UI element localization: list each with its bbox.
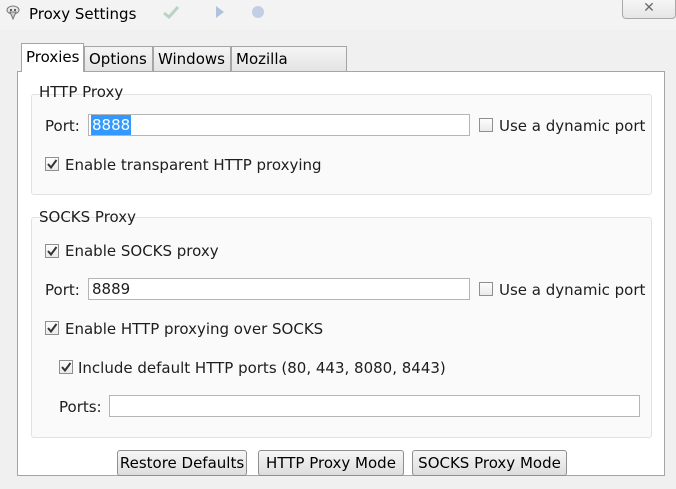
tab-proxies[interactable]: Proxies xyxy=(21,43,84,72)
http-port-label: Port: xyxy=(45,117,80,135)
socks-port-value: 8889 xyxy=(92,280,131,298)
ports-field[interactable] xyxy=(109,395,640,417)
http-proxy-mode-button[interactable]: HTTP Proxy Mode xyxy=(258,450,404,476)
http-over-socks-checkbox[interactable] xyxy=(45,321,59,335)
tab-windows[interactable]: Windows xyxy=(153,46,231,71)
check-icon xyxy=(162,4,180,24)
http-port-field[interactable]: 8888 xyxy=(88,114,470,136)
globe-icon xyxy=(250,4,266,24)
socks-port-field[interactable]: 8889 xyxy=(88,278,470,300)
http-dynamic-port-checkbox[interactable] xyxy=(479,118,493,132)
socks-port-label: Port: xyxy=(45,281,80,299)
tab-mozilla-firefox[interactable]: Mozilla Firefox xyxy=(231,46,347,92)
restore-defaults-button[interactable]: Restore Defaults xyxy=(117,450,247,476)
socks-proxy-mode-button[interactable]: SOCKS Proxy Mode xyxy=(412,450,567,476)
socks-dynamic-port-checkbox[interactable] xyxy=(479,282,493,296)
checkmark-icon xyxy=(61,362,72,373)
title-bar: Proxy Settings ✕ xyxy=(0,0,676,30)
arrow-icon xyxy=(212,4,228,24)
http-proxy-group xyxy=(31,94,652,195)
checkmark-icon xyxy=(47,323,58,334)
socks-dynamic-port-label: Use a dynamic port xyxy=(499,281,646,299)
tab-panel: HTTP Proxy Port: 8888 Use a dynamic port… xyxy=(17,71,665,476)
transparent-proxy-label: Enable transparent HTTP proxying xyxy=(65,156,322,174)
checkmark-icon xyxy=(47,159,58,170)
ports-label: Ports: xyxy=(59,398,102,416)
http-over-socks-label: Enable HTTP proxying over SOCKS xyxy=(65,320,324,338)
enable-socks-checkbox[interactable] xyxy=(45,244,59,258)
socks-proxy-title: SOCKS Proxy xyxy=(39,208,137,226)
http-dynamic-port-label: Use a dynamic port xyxy=(499,117,646,135)
checkmark-icon xyxy=(47,246,58,257)
http-proxy-title: HTTP Proxy xyxy=(39,83,124,101)
transparent-proxy-checkbox[interactable] xyxy=(45,157,59,171)
app-icon xyxy=(6,5,20,21)
close-button[interactable]: ✕ xyxy=(622,0,676,19)
include-default-ports-label: Include default HTTP ports (80, 443, 808… xyxy=(78,359,446,377)
window-title: Proxy Settings xyxy=(29,5,137,23)
include-default-ports-checkbox[interactable] xyxy=(59,360,73,374)
enable-socks-label: Enable SOCKS proxy xyxy=(65,242,219,260)
tab-options[interactable]: Options xyxy=(84,46,153,71)
http-port-value: 8888 xyxy=(91,115,132,135)
